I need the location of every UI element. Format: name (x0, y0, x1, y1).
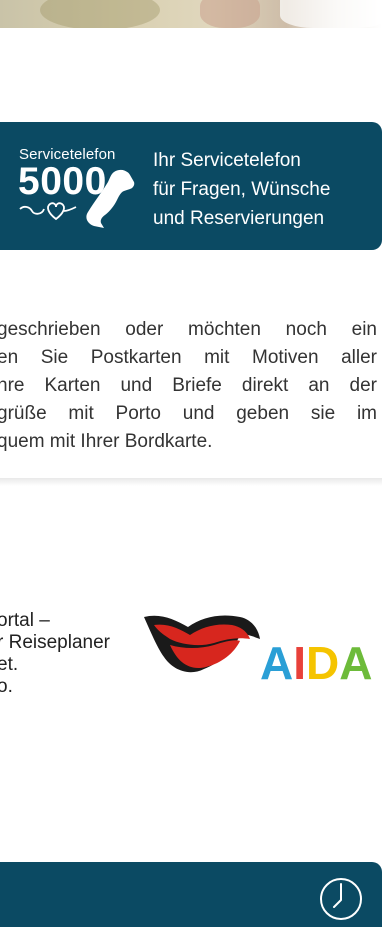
paragraph-line: hre Karten und Briefe direkt an der (0, 375, 377, 396)
aida-wordmark: AIDA (260, 637, 372, 689)
paragraph-line: geschrieben oder möchten noch ein (0, 319, 377, 340)
clock-icon[interactable] (318, 876, 364, 922)
portal-paragraph: ortal – r Reiseplaner et. o. (0, 610, 110, 698)
service-phone-description: Ihr Servicetelefon für Fragen, Wünsche u… (153, 146, 330, 233)
paragraph-line: grüße mit Porto und geben sie im (0, 403, 377, 424)
paragraph-line: o. (0, 676, 13, 697)
phone-icon (86, 169, 135, 228)
service-line: Ihr Servicetelefon (153, 150, 301, 171)
paragraph-line: en Sie Postkarten mit Motiven aller (0, 347, 377, 368)
header-photo (0, 0, 382, 28)
postcard-paragraph: geschrieben oder möchten noch ein en Sie… (0, 316, 377, 456)
aida-letter: A (339, 637, 372, 689)
heart-icon (19, 202, 77, 221)
paragraph-line: et. (0, 654, 19, 675)
aida-letter: A (260, 637, 293, 689)
section-divider (0, 478, 382, 486)
paragraph-line: ortal – (0, 610, 50, 631)
aida-letter: D (306, 637, 339, 689)
paragraph-line: r Reiseplaner (0, 632, 110, 653)
aida-letter: I (293, 637, 306, 689)
service-line: für Fragen, Wünsche (153, 179, 331, 200)
service-line: und Reservierungen (153, 208, 325, 229)
paragraph-line: quem mit Ihrer Bordkarte. (0, 431, 213, 452)
aida-logo[interactable]: AIDA (140, 605, 382, 695)
aida-lips-icon (144, 615, 260, 673)
